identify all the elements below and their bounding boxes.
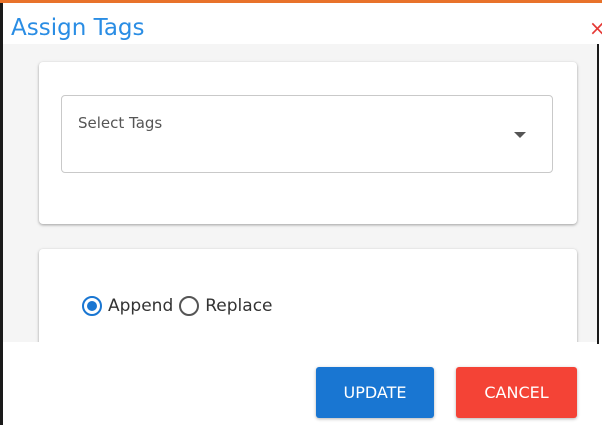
- dialog-title: Assign Tags: [11, 15, 145, 41]
- tags-card: Select Tags: [39, 62, 577, 224]
- select-tags-dropdown[interactable]: Select Tags: [61, 95, 553, 173]
- update-button[interactable]: UPDATE: [316, 367, 434, 418]
- select-tags-label: Select Tags: [78, 114, 163, 132]
- scrollbar-track[interactable]: [597, 44, 599, 344]
- radio-append-label[interactable]: Append: [108, 296, 173, 316]
- radio-option-append[interactable]: Append: [82, 296, 173, 316]
- radio-replace-label[interactable]: Replace: [205, 296, 272, 316]
- assign-tags-dialog: Assign Tags × Select Tags Append Replace: [0, 0, 602, 425]
- mode-radio-group: Append Replace: [82, 296, 279, 316]
- dialog-content[interactable]: Select Tags Append Replace: [3, 44, 598, 342]
- radio-option-replace[interactable]: Replace: [179, 296, 273, 316]
- caret-down-icon[interactable]: [514, 132, 526, 138]
- radio-append-icon[interactable]: [82, 296, 102, 316]
- close-icon[interactable]: ×: [589, 16, 602, 40]
- radio-replace-icon[interactable]: [179, 296, 200, 316]
- cancel-button[interactable]: CANCEL: [456, 367, 577, 418]
- top-accent-bar: [0, 0, 602, 3]
- mode-card: Append Replace: [39, 249, 577, 342]
